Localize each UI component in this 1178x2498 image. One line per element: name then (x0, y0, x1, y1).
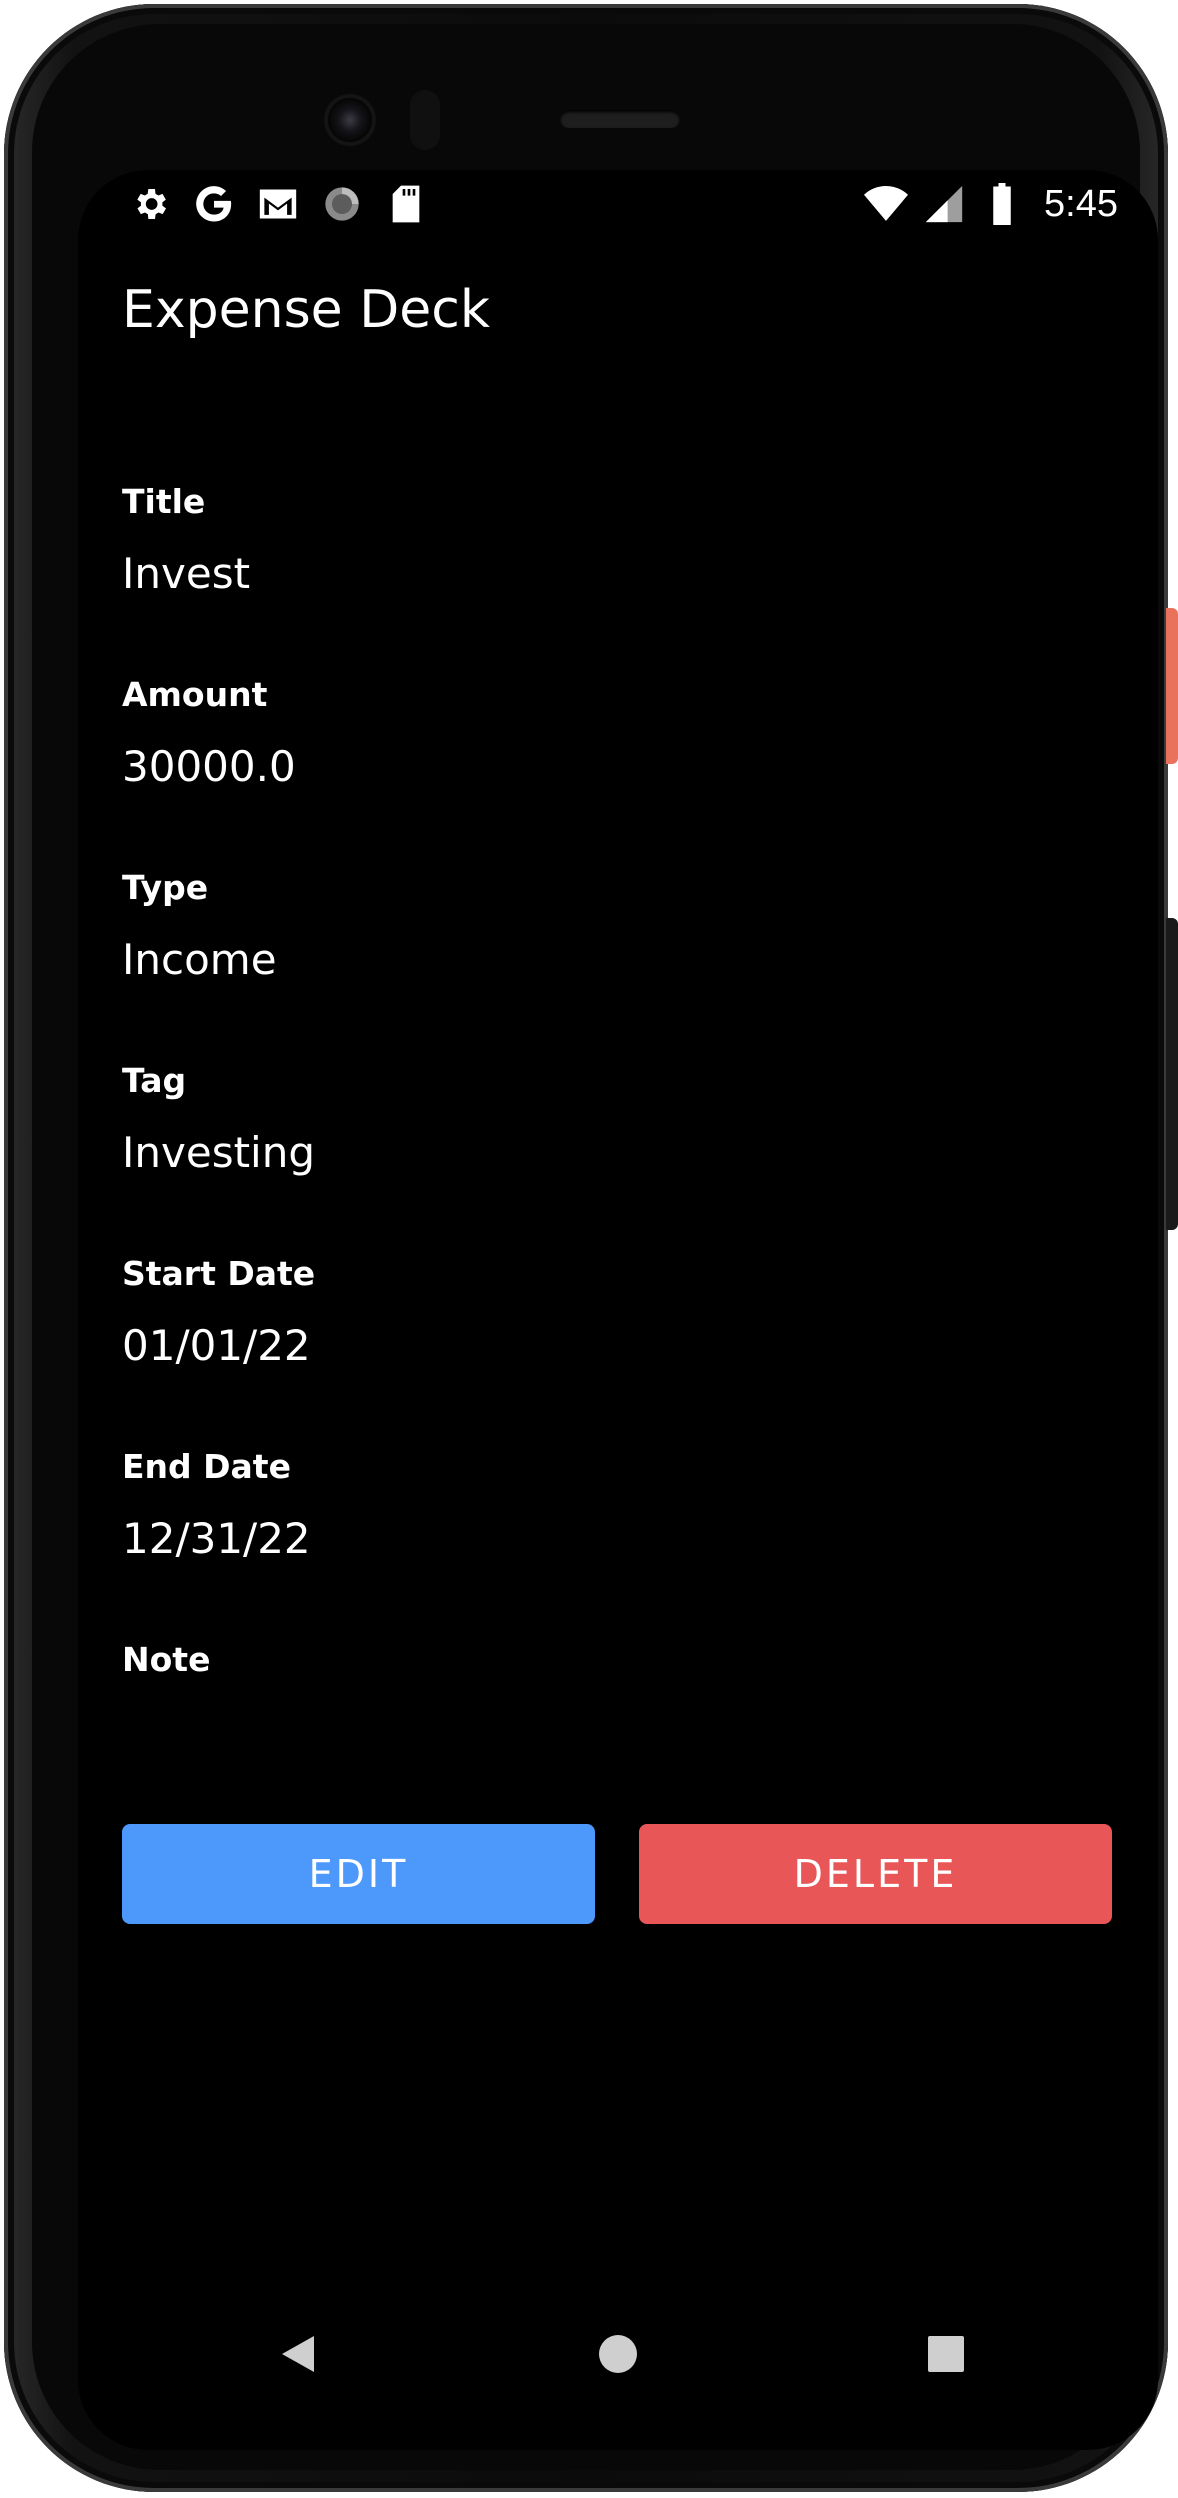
google-icon (192, 182, 236, 226)
earpiece-speaker (560, 110, 680, 128)
proximity-sensor (410, 90, 440, 150)
field-label: Title (122, 482, 206, 521)
field-value: 12/31/22 (122, 1514, 311, 1563)
field-value: Invest (122, 549, 251, 598)
app-title: Expense Deck (122, 280, 490, 340)
status-time: 5:45 (1044, 182, 1118, 225)
field-value: 30000.0 (122, 742, 296, 791)
back-icon[interactable] (268, 2324, 328, 2384)
navigation-bar (78, 2294, 1158, 2414)
system-icons: 5:45 (864, 182, 1118, 226)
field-title: Title Invest (122, 476, 1112, 669)
battery-icon (980, 182, 1024, 226)
field-value: Income (122, 935, 277, 984)
expense-details: Title Invest Amount 30000.0 Type Income … (122, 476, 1112, 1827)
field-type: Type Income (122, 862, 1112, 1055)
field-value (122, 1704, 1112, 1760)
field-label: Note (122, 1640, 211, 1679)
field-end-date: End Date 12/31/22 (122, 1441, 1112, 1634)
wifi-icon (864, 182, 909, 226)
notification-icons (128, 182, 428, 226)
edit-button[interactable]: EDIT (122, 1824, 595, 1924)
front-camera (328, 98, 372, 142)
gmail-icon (256, 182, 300, 226)
field-label: End Date (122, 1447, 291, 1486)
settings-icon (128, 182, 172, 226)
recents-icon[interactable] (916, 2324, 976, 2384)
field-start-date: Start Date 01/01/22 (122, 1248, 1112, 1441)
screen: 5:45 Expense Deck Title Invest Amount 30… (78, 170, 1158, 2450)
power-button (1166, 608, 1178, 764)
sync-progress-icon (320, 182, 364, 226)
field-label: Amount (122, 675, 268, 714)
field-label: Tag (122, 1061, 187, 1100)
action-buttons: EDIT DELETE (122, 1824, 1112, 1924)
home-icon[interactable] (588, 2324, 648, 2384)
field-value: Investing (122, 1128, 315, 1177)
delete-button[interactable]: DELETE (639, 1824, 1112, 1924)
field-value: 01/01/22 (122, 1321, 311, 1370)
cellular-signal-icon (922, 182, 966, 226)
sd-card-icon (384, 182, 428, 226)
status-bar: 5:45 (78, 170, 1158, 234)
phone-frame: 5:45 Expense Deck Title Invest Amount 30… (4, 4, 1168, 2492)
phone-bezel: 5:45 Expense Deck Title Invest Amount 30… (32, 24, 1158, 2470)
field-label: Type (122, 868, 209, 907)
field-label: Start Date (122, 1254, 316, 1293)
volume-button (1166, 918, 1178, 1230)
field-note: Note (122, 1634, 1112, 1827)
field-tag: Tag Investing (122, 1055, 1112, 1248)
field-amount: Amount 30000.0 (122, 669, 1112, 862)
